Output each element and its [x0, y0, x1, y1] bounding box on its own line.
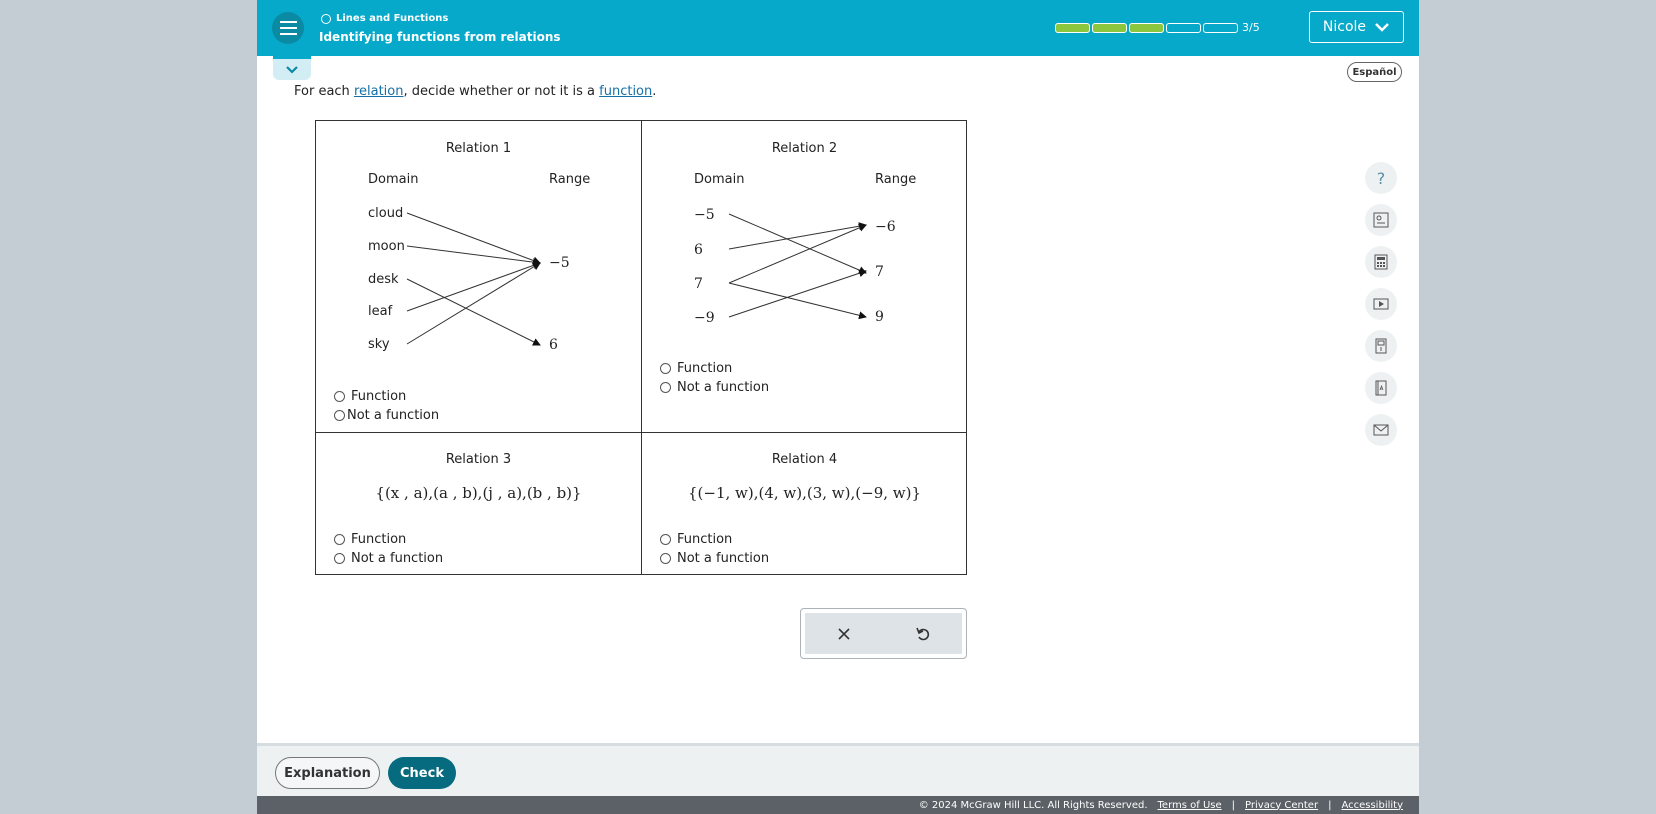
relation-2-arrow: [728, 269, 867, 318]
progress-count: 3/5: [1242, 21, 1260, 34]
calculator-icon: [1374, 254, 1388, 270]
radio-button[interactable]: [334, 553, 345, 564]
sidebar-tools: ?: [1365, 162, 1397, 446]
radio-button[interactable]: [334, 534, 345, 545]
option-label: Function: [351, 389, 407, 404]
progress-segment: [1129, 23, 1164, 33]
instructions-text: , decide whether or not it is a: [403, 84, 600, 99]
radio-button[interactable]: [660, 534, 671, 545]
video-icon: [1373, 298, 1389, 310]
option-label: Function: [351, 532, 407, 547]
undo-button[interactable]: [903, 619, 943, 649]
relation-2-arrow: [728, 224, 867, 284]
relation-1-not-function-option[interactable]: Not a function: [334, 408, 439, 423]
user-name: Nicole: [1322, 19, 1367, 35]
relation-1-function-option[interactable]: Function: [334, 389, 406, 404]
relation-4-function-option[interactable]: Function: [660, 532, 732, 547]
answer-tools: [800, 608, 967, 659]
help-icon: ?: [1376, 168, 1386, 188]
relation-4-title: Relation 4: [771, 452, 838, 467]
grid-divider: [316, 432, 966, 433]
relation-2-arrow: [728, 282, 867, 320]
header-bar: Lines and Functions Identifying function…: [257, 0, 1419, 56]
explanation-button[interactable]: Explanation: [275, 757, 380, 789]
option-label: Function: [677, 361, 733, 376]
relations-grid: Relation 1 Domain Range cloud moon desk …: [315, 120, 967, 575]
copyright-text: © 2024 McGraw Hill LLC. All Rights Reser…: [918, 799, 1148, 811]
instructions-text: .: [652, 84, 657, 99]
relation-1-mapping-arrows: [406, 212, 541, 346]
video-button[interactable]: [1365, 288, 1397, 320]
calculator-button[interactable]: [1365, 246, 1397, 278]
answer-tools-inner: [805, 613, 962, 654]
option-label: Not a function: [347, 408, 440, 423]
option-label: Not a function: [677, 551, 770, 566]
radio-button[interactable]: [660, 382, 671, 393]
dictionary-icon: [1375, 380, 1387, 396]
dictionary-button[interactable]: [1365, 372, 1397, 404]
check-button[interactable]: Check: [388, 757, 456, 789]
bottom-action-bar: Explanation Check: [257, 743, 1419, 796]
progress-bar: [1055, 23, 1238, 33]
radio-button[interactable]: [334, 391, 345, 402]
topic-circle-icon: [321, 13, 331, 24]
chevron-down-icon: [286, 66, 298, 74]
relation-1-arrow: [406, 212, 541, 265]
option-label: Not a function: [677, 380, 770, 395]
radio-button[interactable]: [660, 363, 671, 374]
relation-1-arrow: [406, 245, 541, 267]
footer-separator: |: [1231, 799, 1236, 811]
app-window: Lines and Functions Identifying function…: [257, 0, 1419, 814]
topic-row: Lines and Functions: [321, 13, 448, 24]
relation-3-not-function-option[interactable]: Not a function: [334, 551, 443, 566]
relation-4-set: {(−1, w),(4, w),(3, w),(−9, w)}: [687, 484, 922, 502]
progress-segment: [1203, 23, 1238, 33]
menu-button[interactable]: [272, 12, 304, 44]
progress-segment: [1166, 23, 1201, 33]
user-menu-button[interactable]: Nicole: [1309, 11, 1404, 43]
progress-segment: [1092, 23, 1127, 33]
help-button[interactable]: ?: [1365, 162, 1397, 194]
ebook-button[interactable]: [1365, 330, 1397, 362]
clear-button[interactable]: [824, 619, 864, 649]
relation-link[interactable]: relation: [354, 84, 404, 99]
radio-button[interactable]: [660, 553, 671, 564]
language-button[interactable]: Español: [1347, 62, 1402, 82]
function-link[interactable]: function: [599, 84, 652, 99]
chevron-down-icon: [1375, 23, 1389, 32]
accessibility-link[interactable]: Accessibility: [1341, 800, 1403, 811]
message-button[interactable]: [1365, 414, 1397, 446]
radio-button[interactable]: [334, 410, 345, 421]
relation-2-function-option[interactable]: Function: [660, 361, 732, 376]
menu-icon-line: [279, 21, 297, 23]
terms-link[interactable]: Terms of Use: [1158, 800, 1222, 811]
topic-title: Lines and Functions: [336, 13, 449, 24]
collapse-toggle[interactable]: [273, 56, 311, 80]
relation-1-arrow: [406, 278, 541, 346]
relation-3-set: {(x , a),(a , b),(j , a),(b , b)}: [375, 484, 582, 502]
reader-button[interactable]: [1365, 204, 1397, 236]
relation-2-not-function-option[interactable]: Not a function: [660, 380, 769, 395]
relation-2-arrow: [728, 222, 867, 250]
instructions: For each relation, decide whether or not…: [294, 84, 656, 99]
footer-separator: |: [1328, 799, 1332, 811]
ebook-icon: [1375, 338, 1387, 354]
option-label: Function: [677, 532, 733, 547]
menu-icon-line: [279, 27, 297, 29]
relation-2-arrow: [728, 213, 867, 274]
instructions-text: For each: [294, 84, 354, 99]
lesson-title: Identifying functions from relations: [319, 30, 561, 44]
menu-icon-line: [279, 33, 297, 35]
clear-icon: [838, 627, 850, 640]
option-label: Not a function: [351, 551, 444, 566]
relation-3-title: Relation 3: [445, 452, 512, 467]
undo-icon: [916, 627, 929, 640]
privacy-link[interactable]: Privacy Center: [1245, 800, 1318, 811]
mail-icon: [1373, 424, 1389, 436]
relation-4-not-function-option[interactable]: Not a function: [660, 551, 769, 566]
reader-icon: [1373, 212, 1389, 228]
progress-segment: [1055, 23, 1090, 33]
footer: © 2024 McGraw Hill LLC. All Rights Reser…: [257, 796, 1419, 814]
relation-3-function-option[interactable]: Function: [334, 532, 406, 547]
